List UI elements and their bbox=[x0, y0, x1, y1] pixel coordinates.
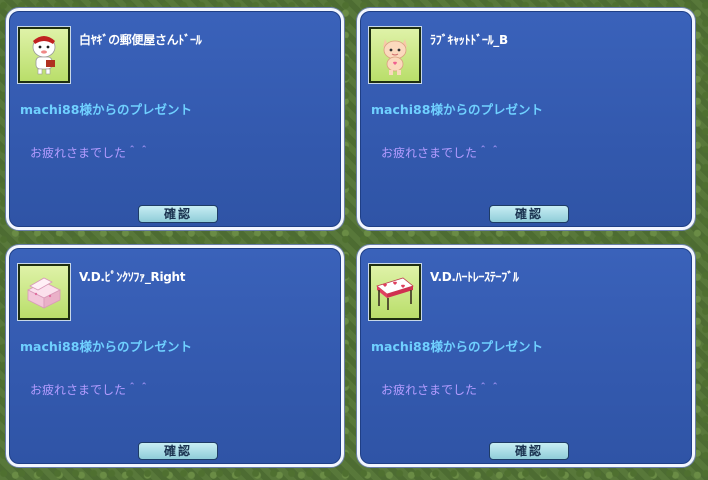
item-name: V.D.ﾋﾟﾝｸｿﾌｧ_Right bbox=[79, 270, 186, 284]
message-text: お疲れさまでした＾＾ bbox=[381, 383, 502, 397]
goat-doll-icon bbox=[18, 27, 70, 83]
confirm-button[interactable]: 確認 bbox=[489, 442, 569, 460]
sender-text: machi88様からのプレゼント bbox=[371, 102, 543, 117]
message-text: お疲れさまでした＾＾ bbox=[381, 146, 502, 160]
gift-dialog: V.D.ﾋﾟﾝｸｿﾌｧ_Right machi88様からのプレゼント お疲れさま… bbox=[6, 245, 344, 467]
confirm-button[interactable]: 確認 bbox=[489, 205, 569, 223]
heart-lace-table-icon bbox=[369, 264, 421, 320]
confirm-button[interactable]: 確認 bbox=[138, 205, 218, 223]
item-name: ﾗﾌﾞｷｬｯﾄﾄﾞｰﾙ_B bbox=[430, 33, 508, 47]
confirm-button[interactable]: 確認 bbox=[138, 442, 218, 460]
gift-dialog: 白ﾔｷﾞの郵便屋さんﾄﾞｰﾙ machi88様からのプレゼント お疲れさまでした… bbox=[6, 8, 344, 230]
gift-dialog: V.D.ﾊｰﾄﾚｰｽﾃｰﾌﾞﾙ machi88様からのプレゼント お疲れさまでし… bbox=[357, 245, 695, 467]
item-name: 白ﾔｷﾞの郵便屋さんﾄﾞｰﾙ bbox=[79, 33, 202, 47]
gift-dialog: ﾗﾌﾞｷｬｯﾄﾄﾞｰﾙ_B machi88様からのプレゼント お疲れさまでした＾… bbox=[357, 8, 695, 230]
cat-doll-icon bbox=[369, 27, 421, 83]
sender-text: machi88様からのプレゼント bbox=[20, 102, 192, 117]
pink-sofa-icon bbox=[18, 264, 70, 320]
sender-text: machi88様からのプレゼント bbox=[371, 339, 543, 354]
item-name: V.D.ﾊｰﾄﾚｰｽﾃｰﾌﾞﾙ bbox=[430, 270, 519, 284]
message-text: お疲れさまでした＾＾ bbox=[30, 383, 151, 397]
sender-text: machi88様からのプレゼント bbox=[20, 339, 192, 354]
message-text: お疲れさまでした＾＾ bbox=[30, 146, 151, 160]
